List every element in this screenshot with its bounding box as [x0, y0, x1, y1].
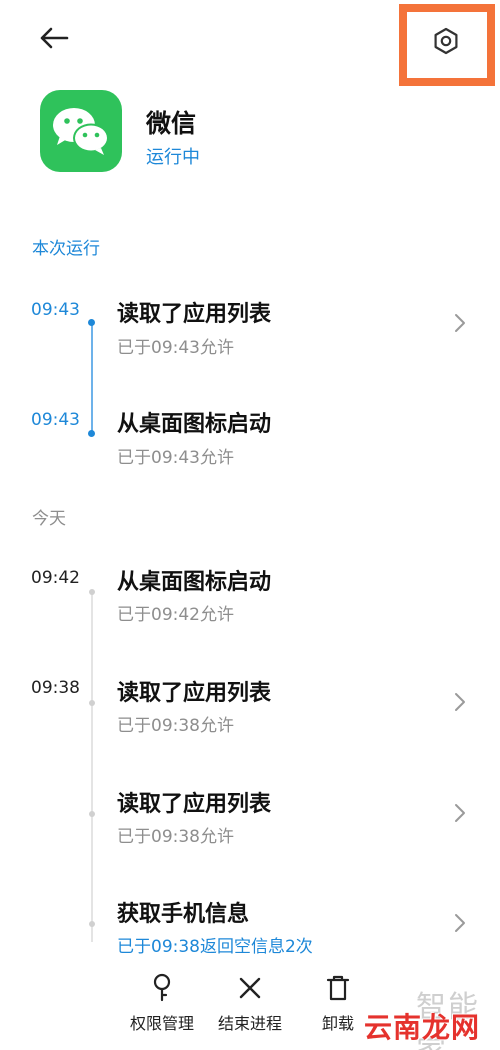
- app-icon: [40, 90, 122, 172]
- chevron-right-icon[interactable]: [452, 801, 468, 825]
- chevron-right-icon[interactable]: [452, 690, 468, 714]
- watermark-bottom: 云南龙网: [364, 1011, 481, 1044]
- wechat-logo-icon: [53, 108, 109, 155]
- action-label: 权限管理: [129, 1014, 194, 1033]
- action-label: 结束进程: [217, 1014, 282, 1033]
- event-detail: 已于09:38允许: [117, 827, 234, 847]
- event-detail: 已于09:43允许: [117, 448, 234, 468]
- event-detail: 已于09:38允许: [117, 716, 234, 736]
- close-icon: [235, 970, 265, 1006]
- timeline-line: [91, 322, 93, 434]
- event-detail: 已于09:38返回空信息2次: [117, 937, 313, 957]
- event-title[interactable]: 获取手机信息: [117, 896, 249, 928]
- trash-icon: [323, 970, 353, 1006]
- key-icon: [147, 970, 177, 1006]
- app-status: 运行中: [146, 147, 200, 168]
- timeline-dot: [89, 811, 95, 817]
- timeline-dot: [89, 700, 95, 706]
- permission-management-button[interactable]: 权限管理: [117, 962, 207, 1034]
- event-title[interactable]: 从桌面图标启动: [117, 406, 271, 438]
- chevron-right-icon[interactable]: [452, 311, 468, 335]
- settings-button[interactable]: [425, 20, 467, 62]
- action-label: 卸载: [321, 1014, 354, 1033]
- event-time: 09:42: [31, 568, 80, 588]
- event-title[interactable]: 读取了应用列表: [117, 675, 271, 707]
- event-time: 09:38: [31, 678, 80, 698]
- event-title[interactable]: 读取了应用列表: [117, 296, 271, 328]
- chevron-right-icon[interactable]: [452, 911, 468, 935]
- event-time: 09:43: [31, 410, 80, 430]
- timeline-dot: [88, 430, 95, 437]
- section-today: 今天: [32, 509, 66, 529]
- timeline-dot: [89, 589, 95, 595]
- timeline-dot: [89, 921, 95, 927]
- section-current-run: 本次运行: [32, 239, 100, 259]
- event-title[interactable]: 读取了应用列表: [117, 786, 271, 818]
- event-title[interactable]: 从桌面图标启动: [117, 564, 271, 596]
- timeline-line: [91, 592, 93, 942]
- hexagon-gear-icon: [434, 27, 458, 55]
- event-time: 09:43: [31, 300, 80, 320]
- event-detail: 已于09:43允许: [117, 338, 234, 358]
- timeline-dot: [88, 319, 95, 326]
- event-detail: 已于09:42允许: [117, 605, 234, 625]
- back-button[interactable]: [36, 20, 72, 56]
- end-process-button[interactable]: 结束进程: [205, 962, 295, 1034]
- app-name: 微信: [146, 109, 197, 138]
- arrow-left-icon: [40, 27, 69, 49]
